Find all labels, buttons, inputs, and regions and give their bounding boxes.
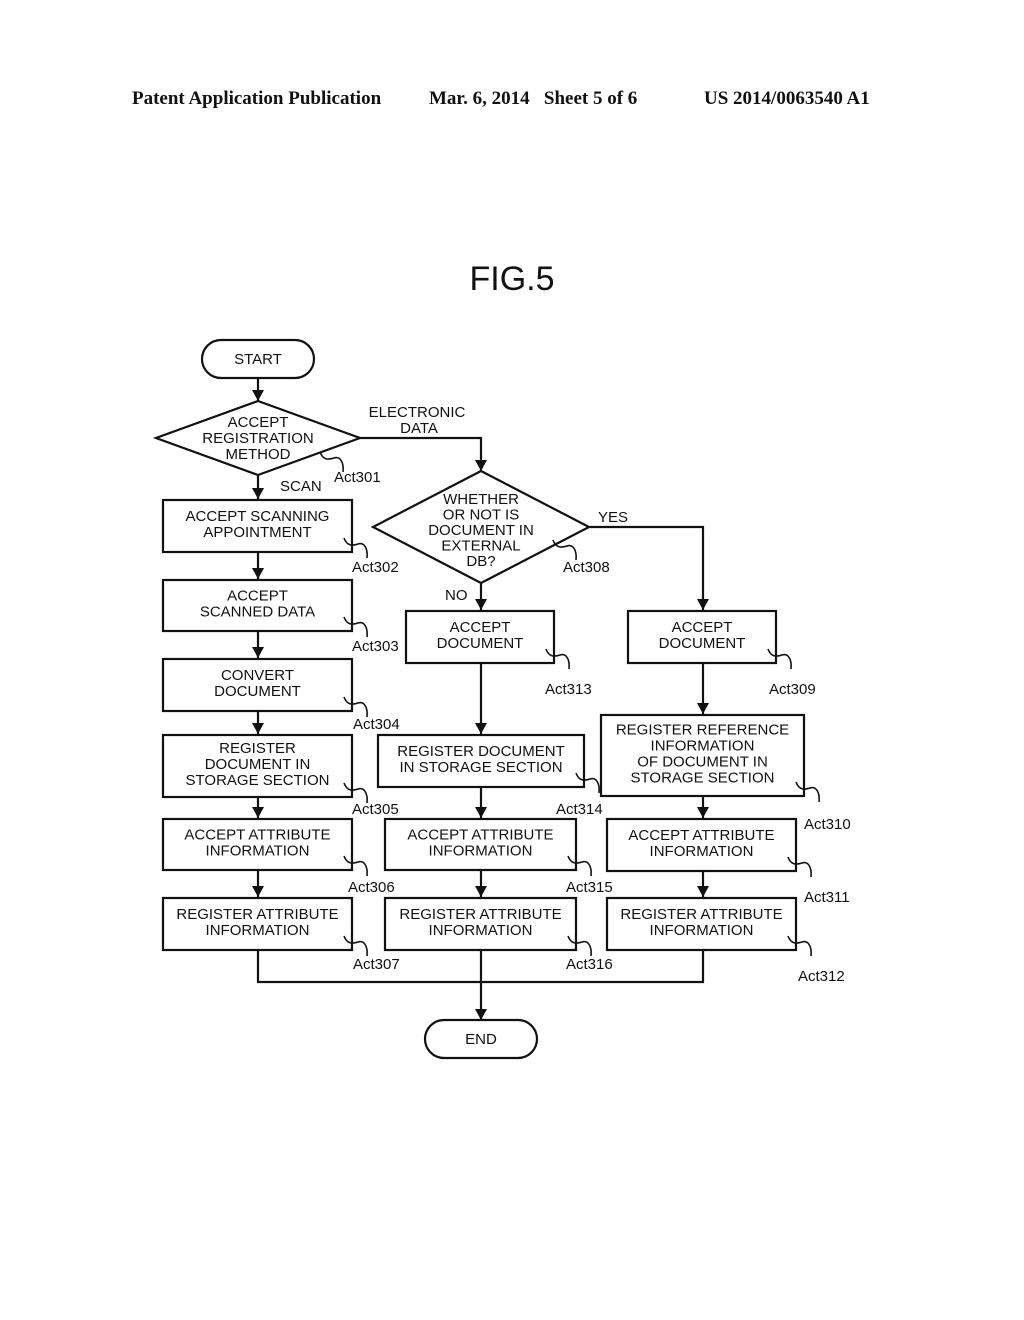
edge-act301-electronic-data (360, 436, 483, 471)
process-act314-text-line: IN STORAGE SECTION (399, 759, 562, 776)
process-act310-text-line: OF DOCUMENT IN (637, 754, 768, 771)
process-act303-text-line: SCANNED DATA (200, 604, 315, 621)
process-act310-text-line: REGISTER REFERENCE (616, 722, 789, 739)
edge-act301-scan-arrowhead (252, 488, 264, 499)
process-act309-text-line: DOCUMENT (659, 635, 746, 652)
process-act303-ref-label: Act303 (352, 638, 399, 655)
process-act311-ref-label: Act311 (804, 889, 850, 906)
edge-label-no: NO (445, 587, 468, 604)
edge-act306-act307-arrowhead (252, 886, 264, 897)
process-act307-text-line: INFORMATION (206, 922, 310, 939)
decision-act308-text-line: OR NOT IS (443, 507, 519, 524)
edge-label-scan: SCAN (280, 478, 322, 495)
process-act315-text-line: ACCEPT ATTRIBUTE (407, 827, 553, 844)
process-act316-text-line: INFORMATION (429, 922, 533, 939)
process-act310-text-line: INFORMATION (651, 738, 755, 755)
process-act305-text-line: REGISTER (219, 740, 296, 757)
edge-label-electronic: ELECTRONIC (369, 404, 466, 421)
edge-label-data: DATA (400, 420, 438, 437)
process-act310-text-line: STORAGE SECTION (631, 770, 775, 787)
decision-act301-ref-label: Act301 (334, 469, 381, 486)
decision-act301-text-line: METHOD (226, 446, 291, 463)
process-act305-text-line: STORAGE SECTION (186, 772, 330, 789)
process-act313-text-line: ACCEPT (450, 619, 511, 636)
process-act311-text-line: INFORMATION (650, 843, 754, 860)
edge-act314-act315-arrowhead (475, 807, 487, 818)
decision-act308-text-line: DOCUMENT IN (428, 522, 534, 539)
process-act302-text-line: ACCEPT SCANNING (186, 508, 330, 525)
decision-act308-text-line: EXTERNAL (441, 538, 520, 555)
process-act305-text-line: DOCUMENT IN (205, 756, 311, 773)
process-act304-text-line: CONVERT (221, 667, 294, 684)
edge-act303-act304-arrowhead (252, 647, 264, 658)
process-act314-ref-label: Act314 (556, 801, 603, 818)
process-act303-text-line: ACCEPT (227, 588, 288, 605)
start-terminal-label: START (234, 351, 282, 368)
end-terminal-label: END (465, 1031, 497, 1048)
process-act314-text-line: REGISTER DOCUMENT (397, 743, 565, 760)
process-act315-text-line: INFORMATION (429, 843, 533, 860)
decision-act308-ref-label: Act308 (563, 559, 610, 576)
process-act305-ref-label: Act305 (352, 801, 399, 818)
process-act312-text-line: REGISTER ATTRIBUTE (620, 906, 782, 923)
edge-act302-act303-arrowhead (252, 568, 264, 579)
edge-act313-act314-arrowhead (475, 723, 487, 734)
process-act309-ref-label: Act309 (769, 681, 816, 698)
process-act307-text-line: REGISTER ATTRIBUTE (176, 906, 338, 923)
decision-act308-text-line: DB? (466, 553, 495, 570)
process-act306-ref-label: Act306 (348, 879, 395, 896)
process-act311-text-line: ACCEPT ATTRIBUTE (628, 827, 774, 844)
process-act302-ref-label: Act302 (352, 559, 399, 576)
process-act310-ref-label: Act310 (804, 816, 851, 833)
process-act309-text-line: ACCEPT (672, 619, 733, 636)
process-act307-ref-label: Act307 (353, 956, 400, 973)
edge-act311-act312-arrowhead (697, 886, 709, 897)
process-act312-text-line: INFORMATION (650, 922, 754, 939)
edge-act301-electronic-data-arrowhead (475, 460, 487, 471)
process-act313-text-line: DOCUMENT (437, 635, 524, 652)
decision-act301-text-line: ACCEPT (228, 414, 289, 431)
process-act315-ref-label: Act315 (566, 879, 613, 896)
edge-label-yes: YES (598, 509, 628, 526)
process-act312-ref-label: Act312 (798, 968, 845, 985)
flowchart: STARTACCEPTREGISTRATIONMETHODAct301ELECT… (152, 338, 851, 1060)
process-act306-text-line: ACCEPT ATTRIBUTE (184, 827, 330, 844)
edge-act310-act311-arrowhead (697, 807, 709, 818)
edge-act308-no-arrowhead (475, 599, 487, 610)
process-act313-ref-label: Act313 (545, 681, 592, 698)
edge-start-to-act301-arrowhead (252, 390, 264, 401)
process-act306-text-line: INFORMATION (206, 843, 310, 860)
process-act316-ref-label: Act316 (566, 956, 613, 973)
edge-merge-to-end-arrowhead (475, 1009, 487, 1020)
process-act304-text-line: DOCUMENT (214, 683, 301, 700)
decision-act308-text-line: WHETHER (443, 491, 519, 508)
edge-act308-yes-arrowhead (697, 599, 709, 610)
edge-act305-act306-arrowhead (252, 807, 264, 818)
edge-act315-act316-arrowhead (475, 886, 487, 897)
edge-act309-act310-arrowhead (697, 703, 709, 714)
process-act302-text-line: APPOINTMENT (203, 524, 311, 541)
process-act304-ref-label: Act304 (353, 716, 400, 733)
process-act316-text-line: REGISTER ATTRIBUTE (399, 906, 561, 923)
decision-act301-text-line: REGISTRATION (202, 430, 313, 447)
edge-act304-act305-arrowhead (252, 723, 264, 734)
